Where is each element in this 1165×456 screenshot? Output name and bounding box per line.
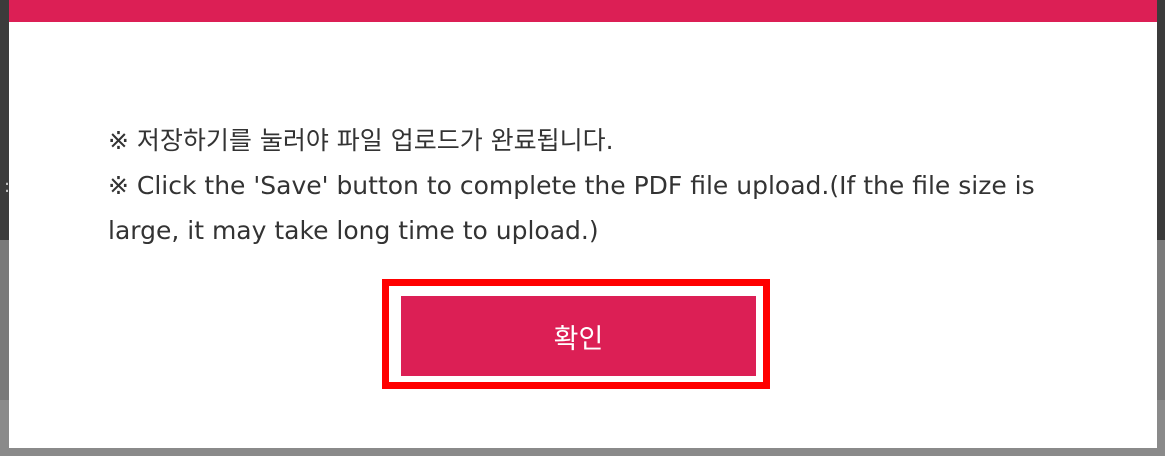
dialog-accent-bar <box>9 0 1157 22</box>
confirm-button[interactable]: 확인 <box>401 296 756 376</box>
message-korean: ※ 저장하기를 눌러야 파일 업로드가 완료됩니다. <box>108 126 614 155</box>
message-english: ※ Click the 'Save' button to complete th… <box>108 171 1035 245</box>
dialog-message: ※ 저장하기를 눌러야 파일 업로드가 완료됩니다. ※ Click the '… <box>108 118 1058 253</box>
